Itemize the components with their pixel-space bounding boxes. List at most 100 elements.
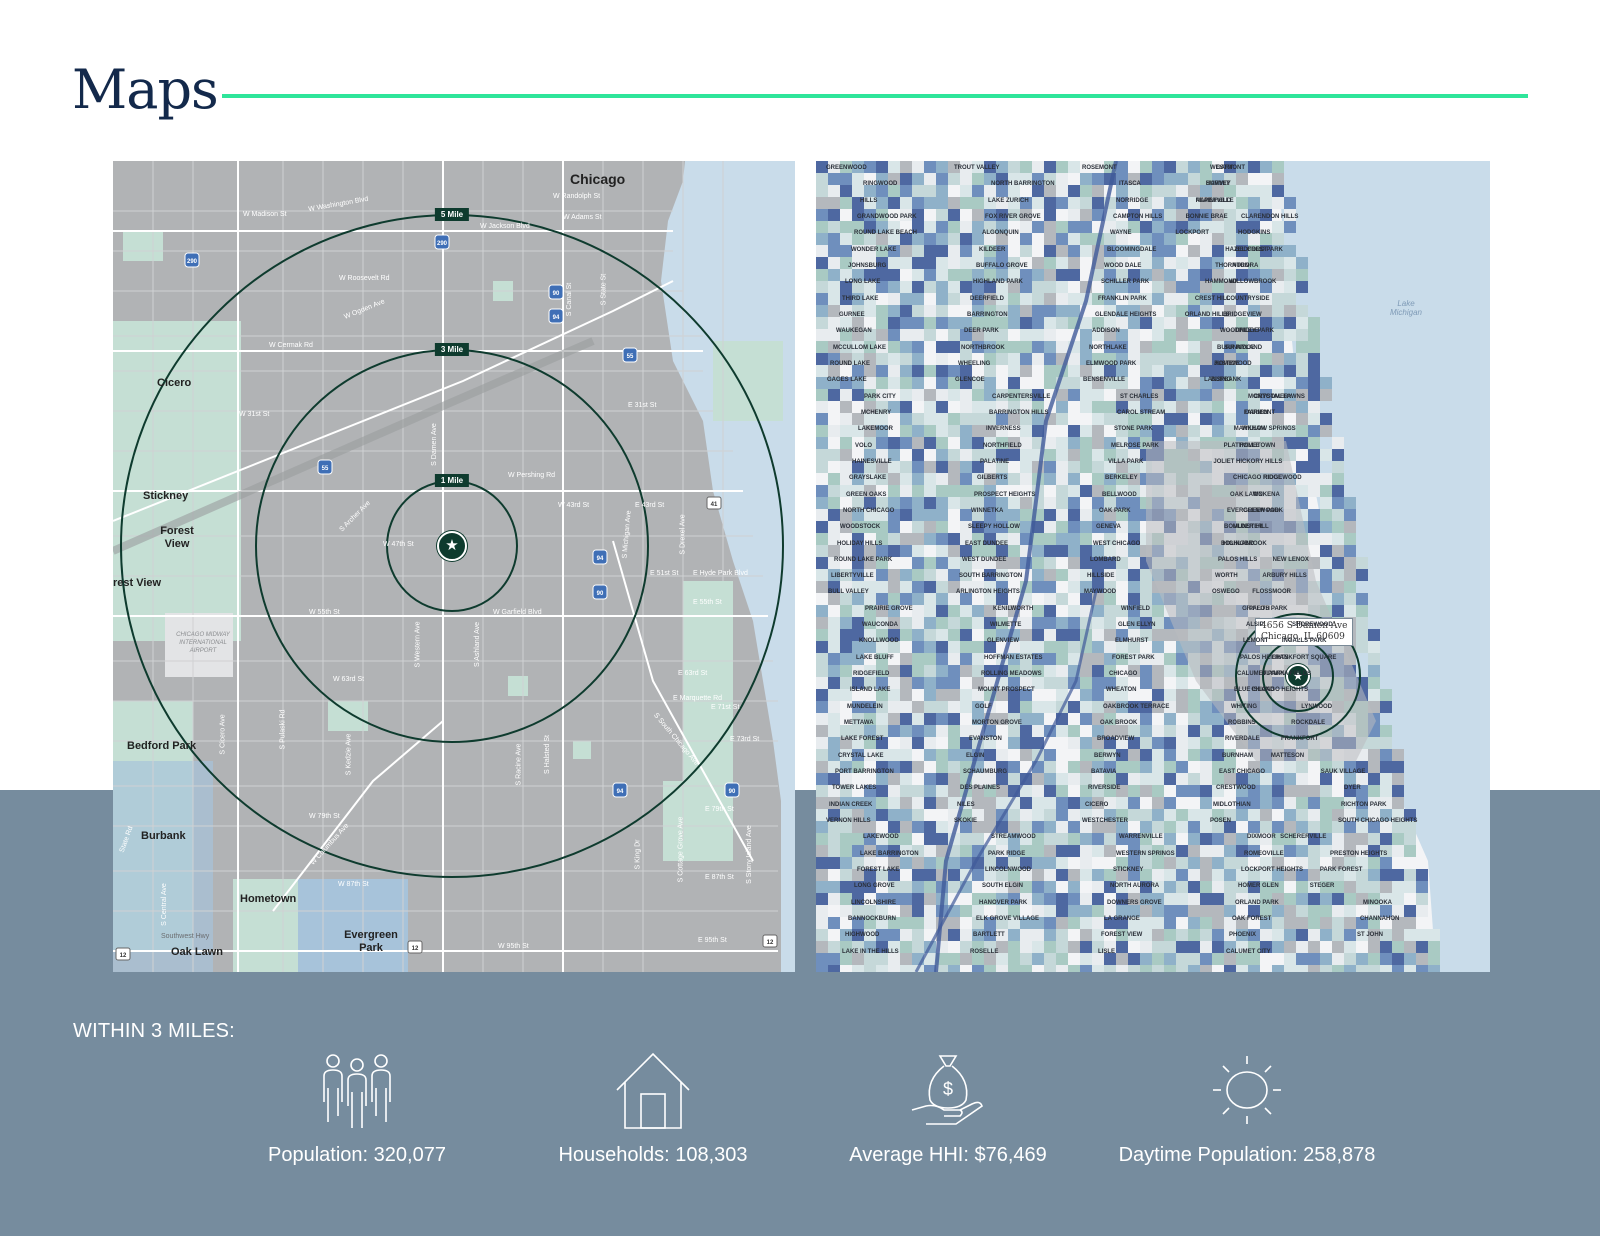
choropleth-cell bbox=[828, 509, 840, 521]
choropleth-cell bbox=[888, 329, 900, 341]
choropleth-cell bbox=[816, 521, 828, 533]
title-rule bbox=[222, 94, 1528, 98]
choropleth-cell bbox=[1152, 329, 1164, 341]
choropleth-cell bbox=[972, 605, 984, 617]
choropleth-cell bbox=[1152, 365, 1164, 377]
choropleth-cell bbox=[912, 173, 924, 185]
choropleth-cell bbox=[924, 245, 936, 257]
choropleth-cell bbox=[960, 413, 972, 425]
choropleth-cell bbox=[888, 581, 900, 593]
choropleth-cell bbox=[1356, 881, 1368, 893]
radius-map[interactable]: 1 Mile 3 Mile 5 Mile ★ Chicago Cicero St… bbox=[113, 161, 795, 972]
choropleth-cell bbox=[900, 473, 912, 485]
choropleth-cell bbox=[1344, 605, 1356, 617]
choropleth-cell bbox=[1332, 905, 1344, 917]
choropleth-cell bbox=[960, 833, 972, 845]
choropleth-cell bbox=[840, 665, 852, 677]
choropleth-cell bbox=[1380, 773, 1392, 785]
choropleth-cell bbox=[1296, 821, 1308, 833]
choropleth-cell bbox=[816, 233, 828, 245]
choropleth-cell bbox=[948, 629, 960, 641]
choropleth-cell bbox=[1188, 725, 1200, 737]
choropleth-cell bbox=[936, 557, 948, 569]
choropleth-cell bbox=[960, 905, 972, 917]
choropleth-cell bbox=[1140, 161, 1152, 173]
choropleth-cell bbox=[1404, 833, 1416, 845]
place-label: FRANKFORT bbox=[1281, 736, 1319, 743]
choropleth-cell bbox=[924, 677, 936, 689]
choropleth-cell bbox=[1200, 773, 1212, 785]
choropleth-cell bbox=[1068, 653, 1080, 665]
choropleth-cell bbox=[960, 257, 972, 269]
place-label: HILLSIDE bbox=[1087, 573, 1115, 580]
place-label: INGALLS PARK bbox=[1281, 638, 1327, 645]
choropleth-cell bbox=[1272, 173, 1284, 185]
choropleth-cell bbox=[1164, 965, 1176, 972]
choropleth-cell bbox=[948, 677, 960, 689]
choropleth-cell bbox=[900, 413, 912, 425]
choropleth-cell bbox=[1188, 905, 1200, 917]
choropleth-cell bbox=[900, 509, 912, 521]
choropleth-cell bbox=[900, 173, 912, 185]
place-label: LOCKPORT bbox=[1175, 230, 1210, 237]
choropleth-cell bbox=[1068, 797, 1080, 809]
place-label: LOMBARD bbox=[1090, 556, 1121, 563]
choropleth-cell bbox=[1056, 317, 1068, 329]
place-label: ROUND LAKE BEACH bbox=[854, 230, 917, 237]
choropleth-cell bbox=[1056, 437, 1068, 449]
choropleth-cell bbox=[924, 329, 936, 341]
park-area bbox=[573, 741, 591, 759]
choropleth-cell bbox=[948, 497, 960, 509]
place-label: PARK CITY bbox=[864, 393, 896, 400]
street-label: E 79th St bbox=[705, 806, 734, 813]
choropleth-cell bbox=[1068, 449, 1080, 461]
site-star-icon[interactable]: ★ bbox=[437, 531, 467, 561]
choropleth-cell bbox=[1056, 401, 1068, 413]
street-label: S Damen Ave bbox=[430, 423, 438, 466]
choropleth-cell bbox=[1092, 653, 1104, 665]
choropleth-cell bbox=[948, 173, 960, 185]
choropleth-cell bbox=[1140, 257, 1152, 269]
place-label: FLOSSMOOR bbox=[1252, 589, 1291, 596]
choropleth-cell bbox=[900, 749, 912, 761]
choropleth-cell bbox=[888, 713, 900, 725]
choropleth-cell bbox=[1152, 641, 1164, 653]
choropleth-cell bbox=[1044, 449, 1056, 461]
choropleth-cell bbox=[1104, 545, 1116, 557]
choropleth-cell bbox=[1140, 353, 1152, 365]
regional-map[interactable]: ★ 4656 S Damen Ave Chicago, IL 60609 Lak… bbox=[816, 161, 1490, 972]
park-area bbox=[663, 781, 733, 861]
choropleth-cell bbox=[1140, 749, 1152, 761]
choropleth-cell bbox=[1140, 377, 1152, 389]
choropleth-cell bbox=[984, 953, 996, 965]
choropleth-cell bbox=[1020, 941, 1032, 953]
choropleth-cell bbox=[1128, 749, 1140, 761]
choropleth-cell bbox=[936, 641, 948, 653]
choropleth-cell bbox=[1080, 917, 1092, 929]
street-label: E 63rd St bbox=[678, 670, 708, 677]
place-label: CARPENTERSVILLE bbox=[992, 393, 1051, 400]
choropleth-cell bbox=[948, 221, 960, 233]
choropleth-cell bbox=[1044, 629, 1056, 641]
choropleth-cell bbox=[1092, 869, 1104, 881]
choropleth-cell bbox=[960, 269, 972, 281]
choropleth-cell bbox=[1164, 173, 1176, 185]
place-label: HIGHWOOD bbox=[845, 932, 880, 939]
street-label: S Western Ave bbox=[414, 621, 422, 668]
place-label: CHICAGO HEIGHTS bbox=[1251, 687, 1309, 694]
choropleth-cell bbox=[936, 785, 948, 797]
choropleth-cell bbox=[1200, 317, 1212, 329]
choropleth-cell bbox=[888, 377, 900, 389]
choropleth-cell bbox=[1344, 569, 1356, 581]
choropleth-cell bbox=[888, 341, 900, 353]
choropleth-cell bbox=[1296, 461, 1308, 473]
choropleth-cell bbox=[1020, 509, 1032, 521]
place-label: HOFFMAN ESTATES bbox=[984, 654, 1043, 661]
place-label: ELGIN bbox=[966, 752, 985, 759]
choropleth-cell bbox=[840, 389, 852, 401]
choropleth-cell bbox=[1332, 521, 1344, 533]
choropleth-cell bbox=[900, 761, 912, 773]
choropleth-cell bbox=[1104, 605, 1116, 617]
choropleth-cell bbox=[1056, 533, 1068, 545]
choropleth-cell bbox=[1128, 809, 1140, 821]
